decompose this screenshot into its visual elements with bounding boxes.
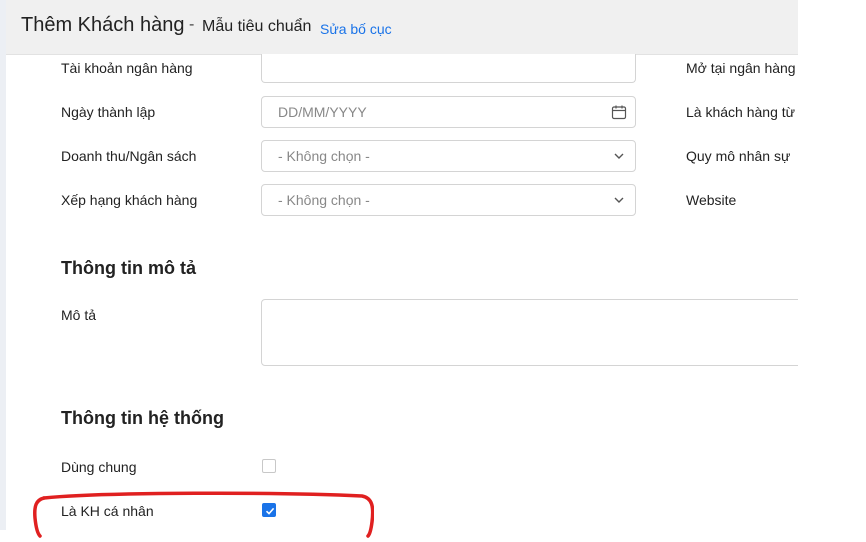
description-textarea[interactable] [261,299,806,366]
title-separator: - [189,16,195,33]
shared-label: Dùng chung [61,459,137,475]
shared-checkbox[interactable] [262,459,276,473]
chevron-down-icon [611,192,627,208]
revenue-budget-value: - Không chọn - [278,148,370,164]
customer-rank-label: Xếp hạng khách hàng [61,192,198,208]
customer-rank-value: - Không chọn - [278,192,370,208]
bank-account-label: Tài khoản ngân hàng [61,60,193,76]
chevron-down-icon [611,148,627,164]
website-label: Website [686,192,737,208]
staff-size-label: Quy mô nhân sự [686,148,791,164]
page-title: Thêm Khách hàng [21,14,185,36]
system-section-title: Thông tin hệ thống [61,408,224,428]
founded-date-placeholder: DD/MM/YYYY [278,104,367,120]
founded-date-label: Ngày thành lập [61,104,156,120]
revenue-budget-select[interactable]: - Không chọn - [261,140,636,172]
edit-layout-link[interactable]: Sửa bố cục [320,21,392,37]
right-blank-area [798,0,866,530]
revenue-budget-label: Doanh thu/Ngân sách [61,148,197,164]
founded-date-input[interactable]: DD/MM/YYYY [261,96,636,128]
description-section-title: Thông tin mô tả [61,258,196,278]
bank-open-at-label: Mở tại ngân hàng [686,60,796,76]
description-label: Mô tả [61,307,97,323]
form-header: Thêm Khách hàng - Mẫu tiêu chuẩn Sửa bố … [6,0,798,55]
calendar-icon[interactable] [611,104,627,120]
highlight-ring [33,491,374,538]
bank-account-input[interactable] [261,54,636,83]
template-name: Mẫu tiêu chuẩn [202,18,312,35]
customer-rank-select[interactable]: - Không chọn - [261,184,636,216]
customer-since-label: Là khách hàng từ [686,104,796,120]
left-edge-strip [0,0,6,530]
